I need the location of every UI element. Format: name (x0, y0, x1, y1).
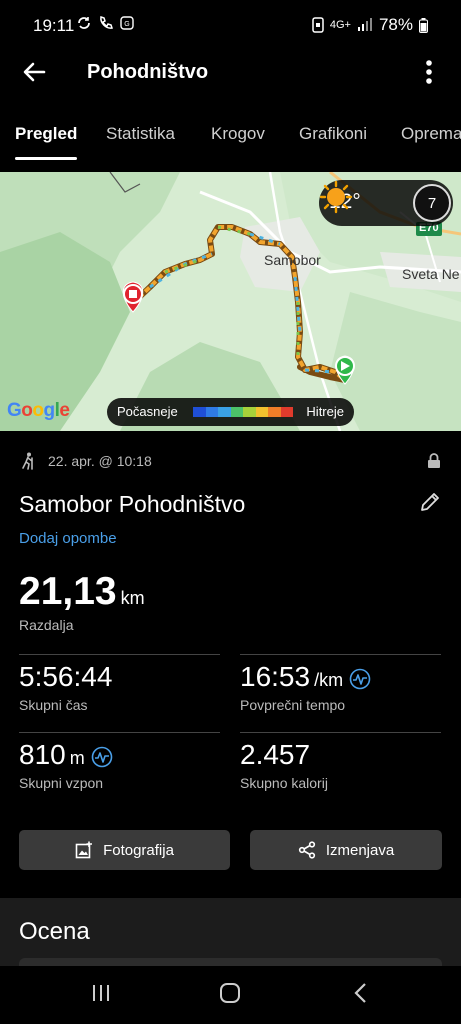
add-notes-link[interactable]: Dodaj opombe (19, 530, 117, 547)
performance-wave-icon (349, 668, 371, 689)
stat-label: Skupno kalorij (240, 775, 328, 791)
pace-legend: Počasneje Hitreje (107, 398, 354, 426)
system-nav-bar (0, 966, 461, 1024)
network-type: 4G+ (329, 19, 351, 31)
sun-icon (319, 180, 353, 214)
tab-pregled[interactable]: Pregled (15, 124, 77, 144)
google-logo: Google (7, 400, 70, 421)
nav-back-icon[interactable] (350, 982, 372, 1004)
hiking-icon (22, 452, 33, 470)
back-arrow-icon[interactable] (20, 58, 48, 86)
stat-value: 16:53 (240, 661, 311, 692)
stat-value: 810 (19, 739, 66, 770)
distance-unit: km (120, 588, 145, 608)
battery-icon (419, 17, 428, 33)
active-tab-indicator (15, 157, 77, 160)
distance-value: 21,13 km (19, 570, 145, 614)
add-photo-label: Fotografija (103, 841, 174, 859)
map-label-sveta-nedelja: Sveta Ne (402, 266, 460, 282)
activity-title: Samobor Pohodništvo (19, 491, 246, 517)
map-label-samobor: Samobor (264, 252, 321, 268)
distance-label: Razdalja (19, 617, 74, 633)
tab-grafikoni[interactable]: Grafikoni (299, 124, 367, 144)
activity-date: 22. apr. @ 10:18 (48, 453, 152, 469)
page-title: Pohodništvo (87, 61, 209, 83)
edit-pencil-icon[interactable] (419, 491, 441, 513)
stat-unit: m (69, 748, 85, 768)
app-bar: Pohodništvo (0, 50, 461, 96)
activity-meta: 22. apr. @ 10:18 (20, 452, 441, 472)
legend-fast-label: Hitreje (306, 404, 344, 419)
status-time: 19:11 (33, 16, 75, 35)
app-notification-icon: G (120, 16, 134, 30)
stat-total-calories: 2.457 Skupno kalorij (240, 732, 441, 810)
screenshot-icon (312, 17, 324, 33)
stat-label: Skupni vzpon (19, 775, 104, 791)
pace-color-scale (193, 407, 293, 417)
lock-icon[interactable] (427, 453, 441, 469)
phone-call-icon (100, 16, 113, 29)
stat-avg-pace[interactable]: 16:53/km Povprečni tempo (240, 654, 441, 732)
share-icon (298, 841, 315, 859)
distance-number: 21,13 (19, 570, 117, 613)
stat-unit: /km (314, 670, 344, 690)
status-bar: 19:11 G 4G+ 78% (0, 0, 461, 50)
stat-label: Povprečni tempo (240, 697, 346, 713)
stat-value: 5:56:44 (19, 661, 113, 692)
home-icon[interactable] (219, 982, 241, 1004)
status-notification-icons: G (76, 15, 134, 31)
stat-value: 2.457 (240, 739, 311, 770)
sync-icon (78, 17, 90, 29)
stat-total-time: 5:56:44 Skupni čas (19, 654, 220, 732)
tab-oprema[interactable]: Oprema (401, 124, 461, 144)
wind-speed: 7 (427, 195, 437, 212)
add-photo-button[interactable]: Fotografija (19, 830, 230, 870)
share-label: Izmenjava (325, 841, 395, 859)
wind-dial: 7 (413, 184, 451, 222)
recent-apps-icon[interactable] (90, 982, 112, 1004)
add-photo-icon (75, 841, 93, 859)
status-system-icons: 4G+ 78% (312, 15, 428, 35)
share-button[interactable]: Izmenjava (250, 830, 442, 870)
stat-total-ascent[interactable]: 810 m Skupni vzpon (19, 732, 220, 810)
route-map[interactable]: E70 Samobor Sveta Ne 12° 7 Google Počasn… (0, 172, 461, 431)
performance-wave-icon (91, 746, 113, 767)
tab-krogov[interactable]: Krogov (211, 124, 265, 144)
weather-badge: 12° 7 (319, 180, 453, 226)
section-title: Ocena (19, 918, 90, 945)
svg-text:G: G (124, 21, 129, 28)
tab-statistika[interactable]: Statistika (106, 124, 175, 144)
more-options-icon[interactable] (415, 58, 443, 86)
stat-label: Skupni čas (19, 697, 88, 713)
tab-bar: Pregled Statistika Krogov Grafikoni Opre… (0, 118, 461, 168)
legend-slow-label: Počasneje (117, 404, 178, 419)
battery-percent: 78% (378, 15, 413, 34)
signal-icon (357, 18, 372, 31)
